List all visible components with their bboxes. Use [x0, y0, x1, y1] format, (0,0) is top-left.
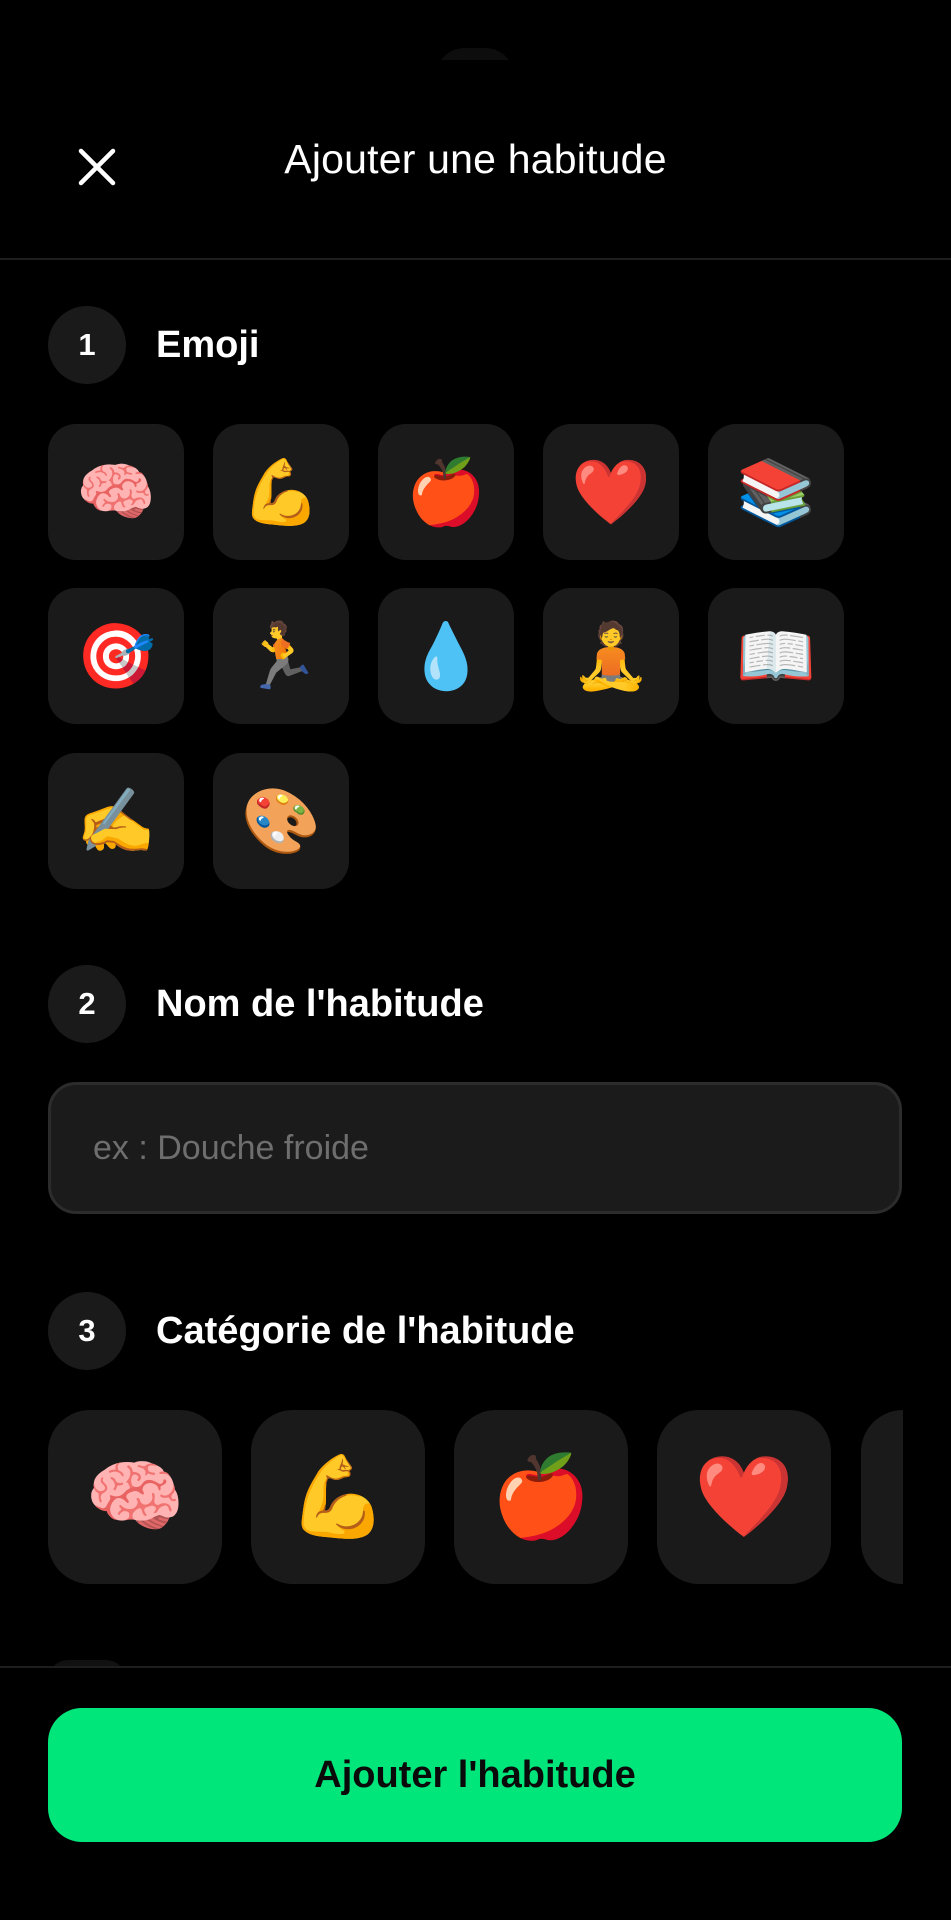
category-carousel[interactable]: 🧠 💪 🍎 ❤️	[48, 1410, 903, 1584]
footer-bar: Ajouter l'habitude	[0, 1666, 951, 1920]
add-habit-screen: Ajouter une habitude 1 Emoji 🧠 💪 🍎 ❤️ 📚 …	[0, 0, 951, 1920]
category-option-brain[interactable]: 🧠	[48, 1410, 222, 1584]
step-category: 3 Catégorie de l'habitude	[48, 1292, 575, 1370]
add-habit-button[interactable]: Ajouter l'habitude	[48, 1708, 902, 1842]
modal-header: Ajouter une habitude	[0, 60, 951, 260]
emoji-option-writing[interactable]: ✍️	[48, 753, 184, 889]
emoji-option-target[interactable]: 🎯	[48, 588, 184, 724]
emoji-option-muscle[interactable]: 💪	[213, 424, 349, 560]
emoji-option-apple[interactable]: 🍎	[378, 424, 514, 560]
category-option-muscle[interactable]: 💪	[251, 1410, 425, 1584]
emoji-option-books[interactable]: 📚	[708, 424, 844, 560]
emoji-option-brain[interactable]: 🧠	[48, 424, 184, 560]
emoji-option-open-book[interactable]: 📖	[708, 588, 844, 724]
habit-name-input[interactable]	[48, 1082, 902, 1214]
category-option-apple[interactable]: 🍎	[454, 1410, 628, 1584]
category-option-partial[interactable]	[861, 1410, 903, 1584]
emoji-option-droplet[interactable]: 💧	[378, 588, 514, 724]
emoji-option-palette[interactable]: 🎨	[213, 753, 349, 889]
section-label-category: Catégorie de l'habitude	[156, 1309, 575, 1352]
step-name: 2 Nom de l'habitude	[48, 965, 484, 1043]
step-number-badge: 1	[48, 306, 126, 384]
step-number-badge: 3	[48, 1292, 126, 1370]
emoji-option-runner[interactable]: 🏃	[213, 588, 349, 724]
step-number-badge: 2	[48, 965, 126, 1043]
section-label-name: Nom de l'habitude	[156, 982, 484, 1025]
category-option-heart[interactable]: ❤️	[657, 1410, 831, 1584]
page-title: Ajouter une habitude	[284, 136, 667, 182]
step-emoji: 1 Emoji	[48, 306, 259, 384]
emoji-option-meditation[interactable]: 🧘	[543, 588, 679, 724]
emoji-option-heart[interactable]: ❤️	[543, 424, 679, 560]
section-label-emoji: Emoji	[156, 323, 260, 366]
